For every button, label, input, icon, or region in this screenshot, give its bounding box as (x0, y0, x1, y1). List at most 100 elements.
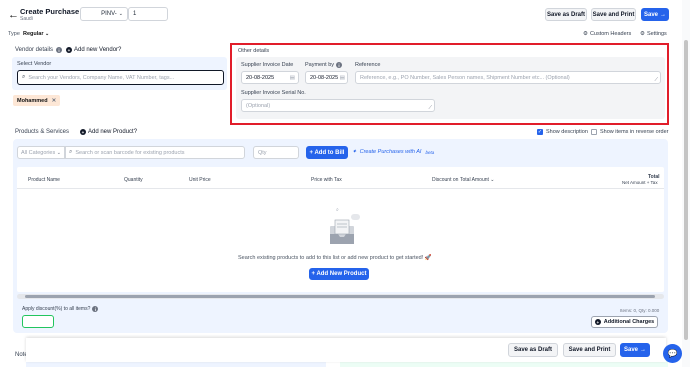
close-icon[interactable]: ✕ (52, 98, 57, 104)
type-select[interactable]: Regular ⌄ (23, 31, 49, 37)
arrow-right-icon: → (660, 11, 666, 18)
add-vendor-link[interactable]: + Add new Vendor? (66, 47, 121, 53)
vendor-search-input[interactable]: ⌕ Search your Vendors, Company Name, VAT… (17, 70, 224, 85)
gear-icon: ⚙ (583, 31, 588, 37)
save-label: Save (643, 11, 658, 18)
plus-circle-icon: + (594, 319, 601, 325)
add-vendor-label: Add new Vendor? (74, 47, 122, 53)
table-scrollbar[interactable] (17, 294, 664, 299)
serial-input[interactable]: (Optional) ⟋ (241, 99, 435, 112)
col-discount-on: Discount on (432, 177, 459, 183)
add-to-bill-button[interactable]: + Add to Bill (306, 146, 348, 159)
search-icon: ⌕ (22, 74, 26, 80)
payment-by-label: Payment by (305, 62, 335, 68)
invoice-number-value: 1 (133, 11, 137, 17)
save-draft-button[interactable]: Save as Draft (545, 8, 587, 21)
back-icon[interactable]: ← (8, 9, 19, 21)
chevron-down-icon: ⌄ (118, 11, 123, 17)
reference-placeholder: Reference, e.g., PO Number, Sales Person… (360, 74, 570, 81)
settings-label: Settings (646, 31, 667, 37)
reverse-order-label: Show items in reverse order (600, 129, 669, 135)
custom-headers-label: Custom Headers (589, 31, 632, 37)
sparkle-icon: ✦ (352, 149, 357, 155)
chevron-down-icon: ⌄ (56, 149, 61, 156)
type-value: Regular (23, 31, 44, 37)
calendar-icon: ▤ (289, 74, 295, 81)
chevron-down-icon: ⌄ (490, 177, 495, 183)
category-value: All Categories (21, 149, 56, 156)
show-description-label: Show description (546, 129, 588, 135)
serial-label: Supplier Invoice Serial No. (241, 90, 306, 96)
checkbox-icon[interactable] (591, 129, 597, 135)
info-icon: i (56, 47, 63, 53)
invoice-date-input[interactable]: 20-08-2025 ▤ (241, 71, 299, 84)
col-total-sub: Net Amount + Tax (622, 180, 658, 185)
table-scrollbar-thumb[interactable] (25, 295, 655, 298)
payment-by-input[interactable]: 20-08-2025 ▤ (305, 71, 348, 84)
show-description-toggle[interactable]: ✓ Show description (537, 129, 588, 135)
save-button[interactable]: Save → (641, 8, 669, 21)
discount-mode-select[interactable]: Total Amount ⌄ (460, 177, 495, 183)
settings-icon: ⚙ (640, 31, 645, 37)
footer-save-draft-button[interactable]: Save as Draft (508, 343, 558, 357)
apply-discount-label: Apply discount(%) to all items? (22, 306, 91, 312)
empty-state-text: Search existing products to add to this … (238, 255, 432, 261)
product-search-input[interactable]: ⌕ Search or scan barcode for existing pr… (65, 146, 245, 159)
empty-state-illustration: ⌕ (326, 204, 362, 248)
beta-badge: beta (425, 149, 435, 155)
ai-link-label: Create Purchases with AI (359, 149, 422, 155)
add-new-product-button[interactable]: + Add New Product (309, 268, 369, 280)
settings-button[interactable]: ⚙ Settings (640, 31, 667, 37)
plus-circle-icon: + (66, 47, 72, 53)
apply-discount-input[interactable] (22, 315, 54, 328)
calendar-icon: ▤ (339, 74, 345, 81)
page-scrollbar-thumb[interactable] (684, 40, 688, 340)
apply-discount-label-wrap: Apply discount(%) to all items? i (22, 306, 99, 312)
additional-charges-button[interactable]: + Additional Charges (591, 316, 658, 328)
chat-bubble-icon[interactable]: 💬 (663, 344, 682, 363)
footer-save-button[interactable]: Save → (620, 343, 650, 357)
footer-save-label: Save (623, 347, 638, 353)
payment-by-value: 20-08-2025 (310, 74, 339, 81)
invoice-date-label: Supplier Invoice Date (241, 62, 294, 68)
invoice-date-value: 20-08-2025 (246, 74, 275, 81)
qty-input[interactable]: Qty (253, 146, 299, 159)
add-product-link[interactable]: + Add new Product? (80, 129, 137, 135)
plus-circle-icon: + (80, 129, 86, 135)
prefix-select[interactable]: PINV- ⌄ (80, 7, 128, 21)
discount-mode-value: Total Amount (460, 177, 489, 183)
custom-headers-button[interactable]: ⚙ Custom Headers (583, 31, 631, 37)
vendor-details-label: Vendor details (15, 47, 54, 53)
vendor-chip-label: Mohammed (17, 97, 48, 104)
search-icon: ⌕ (69, 149, 73, 155)
category-select[interactable]: All Categories ⌄ (17, 146, 65, 159)
vendor-chip[interactable]: Mohammed ✕ (13, 95, 61, 106)
invoice-number-input[interactable]: 1 (128, 7, 168, 21)
resize-handle-icon: ⟋ (428, 105, 432, 111)
vendor-section-label: Vendor details i (15, 47, 63, 53)
select-vendor-label: Select Vendor (17, 61, 52, 67)
info-icon: i (336, 62, 343, 68)
info-icon: i (92, 306, 99, 312)
col-unit-price: Unit Price (189, 177, 211, 183)
checkbox-checked-icon[interactable]: ✓ (537, 129, 543, 135)
arrow-right-icon: → (640, 347, 646, 353)
save-print-button[interactable]: Save and Print (591, 8, 636, 21)
prefix-value: PINV- (101, 11, 117, 17)
products-label: Products & Services (15, 129, 70, 135)
reference-label: Reference (355, 62, 381, 68)
reference-input[interactable]: Reference, e.g., PO Number, Sales Person… (355, 71, 661, 84)
vendor-search-placeholder: Search your Vendors, Company Name, VAT N… (28, 74, 175, 81)
svg-text:⌕: ⌕ (336, 207, 339, 213)
qty-placeholder: Qty (258, 149, 267, 156)
col-price-tax: Price with Tax (311, 177, 342, 183)
footer-save-print-button[interactable]: Save and Print (563, 343, 616, 357)
items-summary: Items: 0, Qty: 0.000 (620, 308, 660, 313)
page-scrollbar[interactable] (682, 0, 690, 367)
page-subtitle: Saudi (20, 16, 33, 22)
ai-link[interactable]: ✦ Create Purchases with AI beta (352, 149, 434, 155)
product-search-placeholder: Search or scan barcode for existing prod… (75, 149, 185, 156)
reverse-order-toggle[interactable]: Show items in reverse order (591, 129, 668, 135)
serial-placeholder: (Optional) (246, 102, 271, 109)
additional-charges-label: Additional Charges (603, 319, 655, 325)
